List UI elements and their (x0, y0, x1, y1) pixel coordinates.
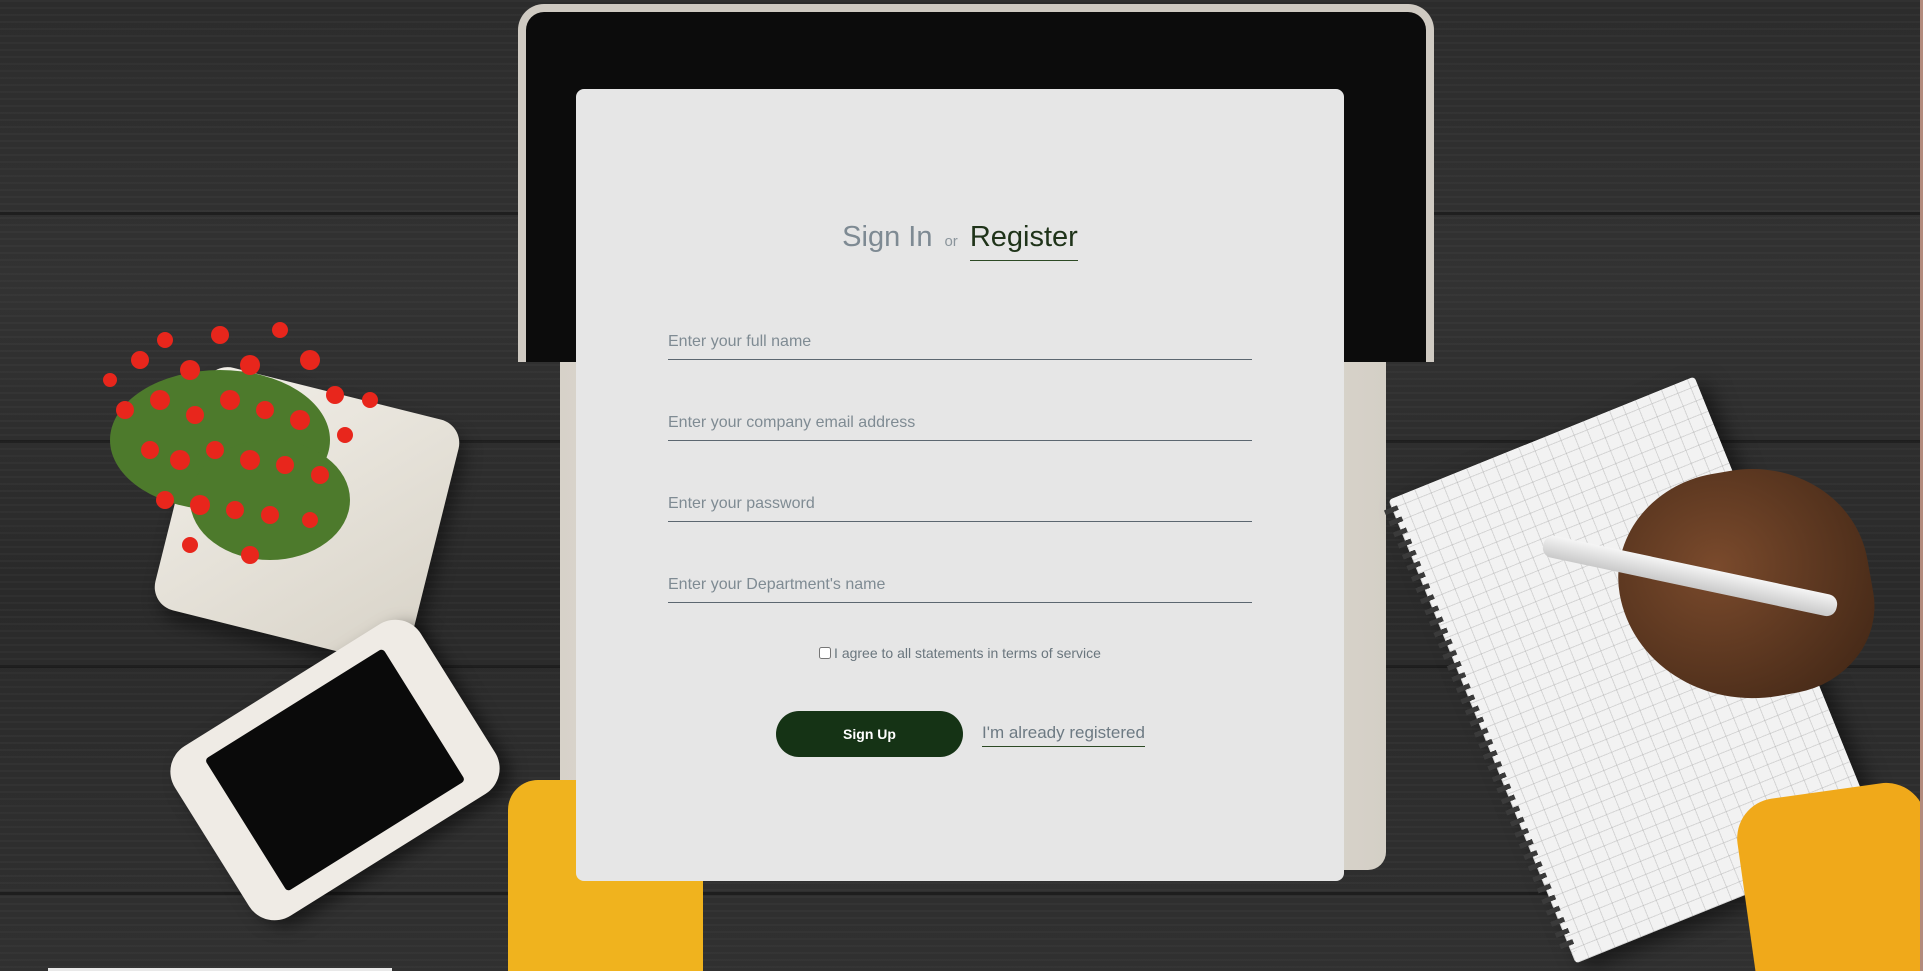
red-flowers-image (103, 322, 378, 564)
tab-register[interactable]: Register (969, 221, 1078, 261)
terms-row: I agree to all statements in terms of se… (576, 645, 1344, 661)
smartphone (159, 608, 511, 932)
terms-label: I agree to all statements in terms of se… (834, 645, 1101, 661)
smartphone-screen (204, 648, 466, 892)
already-registered-link[interactable]: I'm already registered (982, 723, 1145, 747)
notebook-spiral (1383, 505, 1577, 956)
sign-up-button[interactable]: Sign Up (776, 711, 963, 757)
terms-checkbox[interactable] (819, 647, 832, 659)
full-name-input[interactable] (668, 325, 1252, 360)
tab-sign-in[interactable]: Sign In (842, 221, 932, 254)
password-input[interactable] (668, 487, 1252, 522)
register-card: Sign In or Register I agree to all stateme… (576, 89, 1344, 881)
email-input[interactable] (668, 406, 1252, 441)
yellow-sleeve-right (1732, 777, 1923, 971)
department-input[interactable] (668, 568, 1252, 603)
tab-separator: or (944, 233, 958, 250)
auth-tabs: Sign In or Register (576, 221, 1344, 261)
